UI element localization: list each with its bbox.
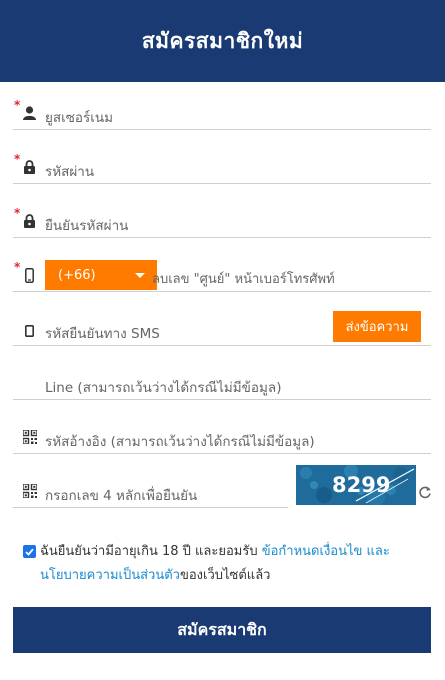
page-header: สมัครสมาชิกใหม่	[0, 0, 445, 82]
password-input[interactable]: รหัสผ่าน	[45, 160, 94, 182]
agreement: ฉันยืนยันว่ามีอายุเกิน 18 ปี และยอมรับ ข…	[23, 540, 423, 588]
agreement-text: ฉันยืนยันว่ามีอายุเกิน 18 ปี และยอมรับ ข…	[23, 540, 423, 588]
agreement-checkbox[interactable]	[23, 545, 36, 558]
lock-icon	[22, 158, 37, 176]
tablet-icon	[22, 322, 37, 340]
password-field[interactable]: * รหัสผ่าน	[13, 136, 431, 184]
qr-code-icon	[22, 482, 37, 500]
required-mark: *	[14, 152, 21, 166]
refresh-icon[interactable]	[418, 484, 432, 499]
register-button[interactable]: สมัครสมาชิก	[13, 607, 431, 653]
page-title: สมัครสมาชิกใหม่	[141, 28, 304, 53]
phone-field[interactable]: * (+66) ลบเลข "ศูนย์" หน้าเบอร์โทรศัพท์	[13, 244, 431, 292]
agreement-text-after: ของเว็บไซต์แล้ว	[179, 568, 271, 583]
mobile-phone-icon	[22, 266, 37, 284]
and-text: และ	[362, 544, 390, 559]
captcha-input[interactable]: กรอกเลข 4 หลักเพื่อยืนยัน	[45, 484, 197, 506]
terms-link[interactable]: ข้อกำหนดเงื่อนไข	[262, 544, 363, 559]
send-sms-button[interactable]: ส่งข้อความ	[333, 311, 421, 342]
qr-code-icon	[22, 428, 37, 446]
captcha-image: 8299	[296, 465, 416, 505]
required-mark: *	[14, 98, 21, 112]
line-id-field[interactable]: Line (สามารถเว้นว่างได้กรณีไม่มีข้อมูล)	[13, 352, 431, 400]
privacy-link[interactable]: นโยบายความเป็นส่วนตัว	[40, 568, 180, 583]
country-code-value: (+66)	[58, 267, 96, 283]
confirm-password-input[interactable]: ยืนยันรหัสผ่าน	[45, 214, 128, 236]
phone-input[interactable]: ลบเลข "ศูนย์" หน้าเบอร์โทรศัพท์	[152, 268, 335, 289]
sms-code-input[interactable]: รหัสยืนยันทาง SMS	[45, 322, 160, 344]
chevron-down-icon	[135, 273, 145, 278]
country-code-select[interactable]: (+66)	[45, 260, 157, 290]
username-input[interactable]: ยูสเซอร์เนม	[45, 106, 113, 128]
line-id-input[interactable]: Line (สามารถเว้นว่างได้กรณีไม่มีข้อมูล)	[45, 376, 281, 398]
user-icon	[22, 104, 37, 122]
sms-code-field[interactable]: รหัสยืนยันทาง SMS ส่งข้อความ	[13, 298, 431, 346]
captcha-field[interactable]: กรอกเลข 4 หลักเพื่อยืนยัน	[13, 460, 288, 508]
required-mark: *	[14, 206, 21, 220]
referral-code-field[interactable]: รหัสอ้างอิง (สามารถเว้นว่างได้กรณีไม่มีข…	[13, 406, 431, 454]
confirm-password-field[interactable]: * ยืนยันรหัสผ่าน	[13, 190, 431, 238]
captcha-code: 8299	[332, 473, 391, 497]
required-mark: *	[14, 260, 21, 274]
agreement-text-before: ฉันยืนยันว่ามีอายุเกิน 18 ปี และยอมรับ	[40, 544, 262, 559]
username-field[interactable]: * ยูสเซอร์เนม	[13, 82, 431, 130]
lock-icon	[22, 212, 37, 230]
referral-code-input[interactable]: รหัสอ้างอิง (สามารถเว้นว่างได้กรณีไม่มีข…	[45, 430, 315, 452]
